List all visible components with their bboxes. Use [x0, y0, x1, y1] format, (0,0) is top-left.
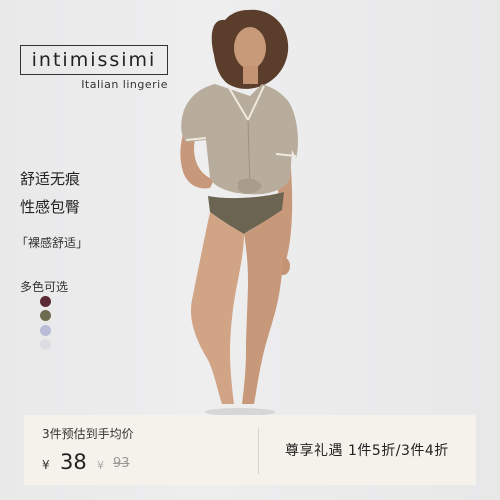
- price-bar-title: 3件预估到手均价: [42, 427, 134, 441]
- currency-symbol: ¥: [42, 458, 50, 472]
- divider: [258, 428, 259, 474]
- color-swatch-2[interactable]: [40, 310, 51, 321]
- feature-text-1: 舒适无痕: [20, 170, 81, 188]
- original-currency-symbol: ¥: [97, 459, 104, 472]
- brand-name: intimissimi: [31, 49, 157, 71]
- brand-tagline: Italian lingerie: [81, 78, 168, 91]
- color-swatch-4[interactable]: [40, 339, 51, 350]
- original-price: 93: [113, 456, 130, 471]
- average-price: 38: [60, 450, 87, 474]
- color-swatch-3[interactable]: [40, 325, 51, 336]
- comfort-tag: 「裸感舒适」: [16, 236, 89, 250]
- color-swatch-1[interactable]: [40, 296, 51, 307]
- feature-text-2: 性感包臀: [20, 198, 81, 216]
- brand-logo: intimissimi: [20, 45, 168, 75]
- colors-label: 多色可选: [20, 280, 69, 294]
- promo-text: 尊享礼遇 1件5折/3件4折: [285, 443, 449, 459]
